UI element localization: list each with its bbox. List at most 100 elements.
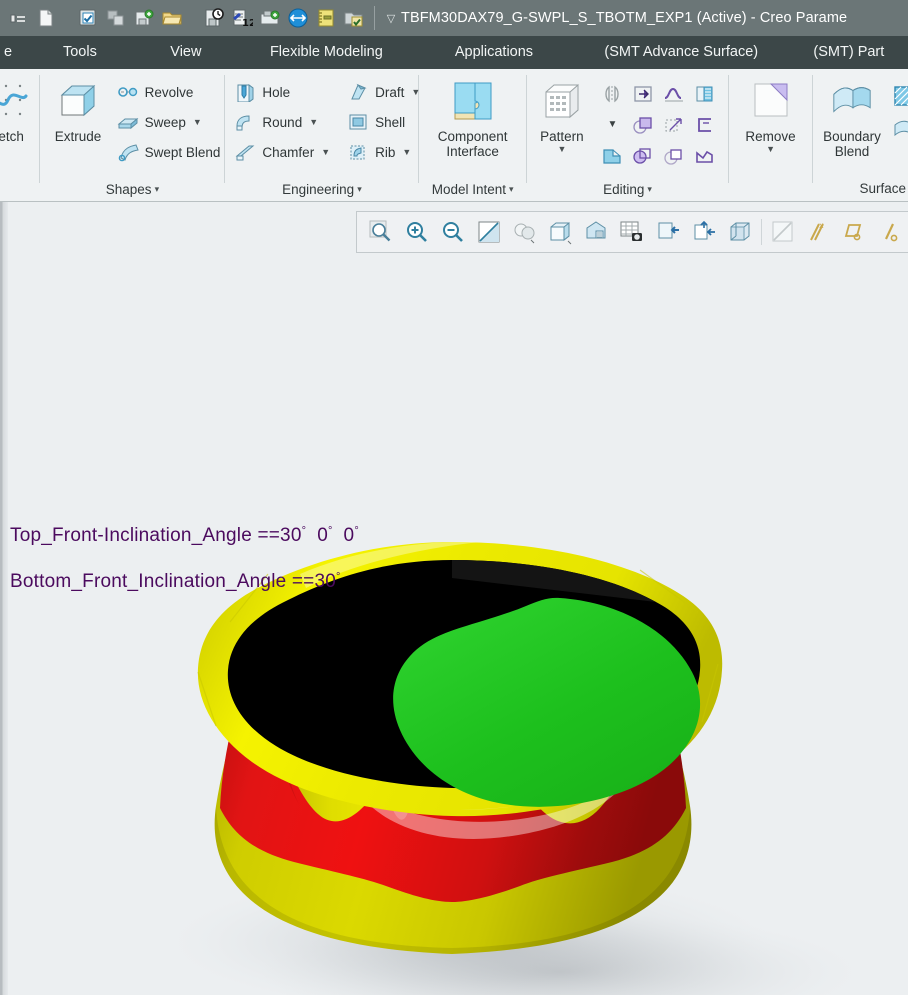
mirror-icon[interactable]: [597, 78, 628, 109]
saved-views-camera-icon[interactable]: [614, 215, 650, 249]
check-folder-icon[interactable]: [341, 5, 367, 31]
sketch-label: ketch: [0, 129, 24, 144]
chevron-down-icon[interactable]: ▼: [193, 117, 202, 127]
regenerate-icon[interactable]: 12: [229, 5, 255, 31]
move-icon[interactable]: [628, 78, 659, 109]
shaded-icon[interactable]: [542, 215, 578, 249]
chevron-down-icon[interactable]: ▼: [557, 144, 566, 154]
chevron-down-icon[interactable]: ▼: [766, 144, 775, 154]
chevron-down-icon[interactable]: ▼: [321, 147, 330, 157]
axis-display-icon[interactable]: x: [800, 215, 836, 249]
ribbon-group-shapes: Extrude Revolve Sweep ▼ Swept Blend Shap…: [40, 69, 224, 201]
swept-blend-label: Swept Blend: [144, 144, 221, 160]
ribbon-group-editing: Pattern ▼ ▼ Editing ▾: [527, 69, 728, 201]
point-display-icon[interactable]: [872, 215, 908, 249]
offset-icon[interactable]: [659, 109, 690, 140]
trim-icon[interactable]: [690, 109, 721, 140]
extrude-icon: [56, 79, 100, 123]
refit-icon[interactable]: [363, 215, 399, 249]
annotation-top-text: Top_Front-Inclination_Angle ==30: [10, 525, 302, 546]
annotation-display-icon[interactable]: [686, 215, 722, 249]
ribbon-group-shapes-label[interactable]: Shapes ▾: [40, 179, 224, 201]
perspective-icon[interactable]: [578, 215, 614, 249]
swept-blend-button[interactable]: Swept Blend: [114, 137, 225, 167]
chevron-down-icon[interactable]: ▼: [402, 147, 411, 157]
swept-blend-icon: [116, 141, 140, 163]
zoom-in-icon[interactable]: [399, 215, 435, 249]
copy-model-icon[interactable]: [103, 5, 129, 31]
save-green-icon[interactable]: [257, 5, 283, 31]
new-session-icon[interactable]: [5, 5, 31, 31]
boundary-blend-icon: [830, 79, 874, 123]
chevron-down-icon[interactable]: ▼: [309, 117, 318, 127]
chamfer-button[interactable]: Chamfer ▼: [231, 137, 334, 167]
tab-smt-advance-surface[interactable]: (SMT Advance Surface): [573, 36, 790, 69]
ribbon-group-model-intent: Component Interface Model Intent ▾: [419, 69, 526, 201]
component-interface-button[interactable]: Component Interface: [423, 75, 523, 159]
intersect-icon[interactable]: [628, 109, 659, 140]
graphics-toolbar-separator: [760, 219, 762, 245]
smooth-curve-icon[interactable]: [659, 78, 690, 109]
rib-icon: [346, 141, 370, 163]
boundary-blend-button[interactable]: Boundary Blend: [816, 75, 888, 159]
round-button[interactable]: Round ▼: [231, 107, 334, 137]
editing-overflow-caret[interactable]: ▼: [597, 109, 628, 140]
tab-applications[interactable]: Applications: [415, 36, 573, 69]
pattern-button[interactable]: Pattern ▼: [531, 75, 593, 154]
ribbon-group-sketch: ketch: [0, 69, 39, 201]
qat-separator: [374, 6, 375, 30]
shell-label: Shell: [375, 114, 406, 130]
tab-flexible-modeling[interactable]: Flexible Modeling: [238, 36, 415, 69]
sketch-button[interactable]: ketch: [0, 75, 28, 144]
spin-center-icon[interactable]: [722, 215, 758, 249]
display-style-icon[interactable]: [507, 215, 543, 249]
boundary-blend-label: Boundary Blend: [823, 129, 881, 159]
component-interface-label: Component Interface: [437, 129, 508, 159]
ribbon-group-surfaces-label: Surface: [859, 181, 906, 196]
repaint-icon[interactable]: [471, 215, 507, 249]
ribbon-group-editing-label[interactable]: Editing ▾: [527, 179, 728, 201]
csys-display-icon[interactable]: [836, 215, 872, 249]
component-interface-icon: [451, 79, 495, 123]
datum-display-icon[interactable]: [650, 215, 686, 249]
remove-button[interactable]: Remove ▼: [731, 75, 811, 154]
save-history-icon[interactable]: [201, 5, 227, 31]
pattern-label: Pattern: [540, 129, 584, 144]
sweep-button[interactable]: Sweep ▼: [114, 107, 225, 137]
draft-icon: [346, 81, 370, 103]
round-label: Round: [262, 114, 303, 130]
style-surface-button[interactable]: [890, 113, 908, 147]
wrap-icon[interactable]: [690, 140, 721, 171]
rib-label: Rib: [375, 144, 396, 160]
extrude-button[interactable]: Extrude: [46, 75, 109, 144]
merge-icon[interactable]: [597, 140, 628, 171]
tab-file-partial[interactable]: e: [0, 36, 26, 69]
open-checked-icon[interactable]: [75, 5, 101, 31]
project-icon[interactable]: [659, 140, 690, 171]
ribbon-group-remove: Remove ▼: [729, 69, 812, 201]
hidden-line-icon[interactable]: [765, 215, 801, 249]
creo-parametric-window: 12 ▽ TBFM30DAX79_G-SWPL_S_TBOTM_EXP1 (Ac…: [0, 0, 908, 995]
save-as-copy-icon[interactable]: [131, 5, 157, 31]
revolve-button[interactable]: Revolve: [114, 77, 225, 107]
tab-view[interactable]: View: [134, 36, 238, 69]
shell-button[interactable]: Shell: [344, 107, 424, 137]
tab-smt-part[interactable]: (SMT) Part: [790, 36, 908, 69]
undo-redo-icon[interactable]: [285, 5, 311, 31]
graphics-viewport[interactable]: Top_Front-Inclination_Angle ==30° 0° 0° …: [0, 202, 908, 995]
fill-surface-button[interactable]: [890, 79, 908, 113]
open-folder-icon[interactable]: [159, 5, 185, 31]
tab-tools[interactable]: Tools: [26, 36, 134, 69]
ribbon-group-model-intent-label[interactable]: Model Intent ▾: [419, 179, 526, 201]
model-render[interactable]: [0, 202, 908, 995]
draft-button[interactable]: Draft ▼: [344, 77, 424, 107]
notebook-icon[interactable]: [313, 5, 339, 31]
hole-button[interactable]: Hole: [231, 77, 334, 107]
chevron-down-icon[interactable]: ▽: [383, 12, 399, 25]
thicken-icon[interactable]: [690, 78, 721, 109]
solidify-icon[interactable]: [628, 140, 659, 171]
zoom-out-icon[interactable]: [435, 215, 471, 249]
rib-button[interactable]: Rib ▼: [344, 137, 424, 167]
new-document-icon[interactable]: [33, 5, 59, 31]
ribbon-group-engineering-label[interactable]: Engineering ▾: [225, 179, 418, 201]
